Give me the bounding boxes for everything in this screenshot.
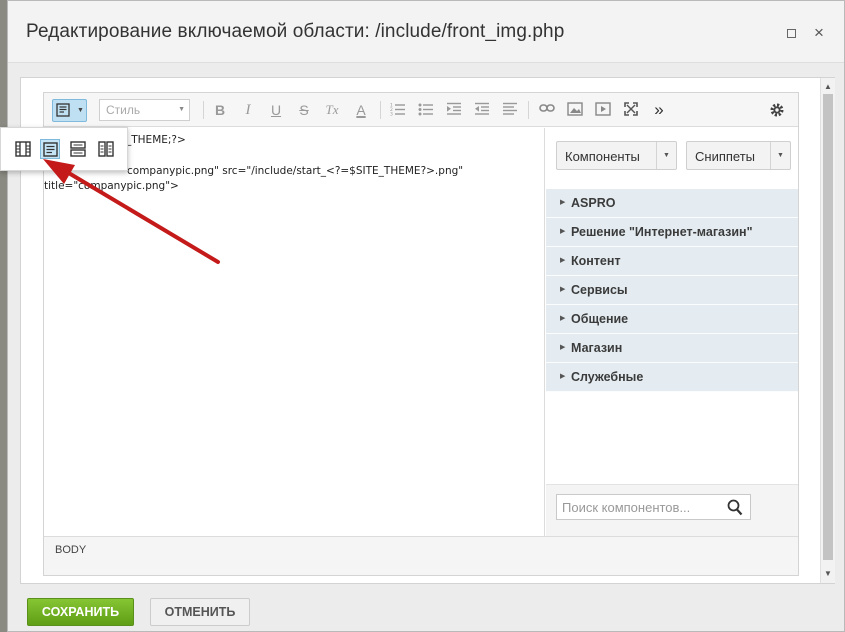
component-search-box (556, 494, 751, 520)
dom-path-tag[interactable]: BODY (55, 544, 86, 556)
font-color-button[interactable]: A (352, 101, 370, 119)
category-label: ASPRO (571, 196, 616, 210)
remove-format-button[interactable]: Tx (323, 101, 341, 119)
toolbar-divider (528, 101, 529, 119)
code-line: _THEME;?> (126, 134, 186, 146)
editor-statusbar: BODY (44, 536, 798, 575)
align-icon (503, 102, 517, 115)
snippets-button[interactable]: Сниппеты ▼ (686, 141, 791, 170)
scroll-up-icon[interactable]: ▲ (821, 80, 835, 94)
fullscreen-button[interactable] (622, 101, 640, 119)
code-line: companypic.png" src="/include/start_<?=$… (127, 165, 464, 177)
bullet-list-icon (418, 103, 433, 116)
mode-visual[interactable] (40, 139, 60, 159)
category-label: Сервисы (571, 283, 628, 297)
link-icon (539, 104, 555, 112)
code-view-icon (15, 141, 31, 157)
scrollbar-thumb[interactable] (823, 94, 833, 560)
chevron-right-icon: ▶ (560, 228, 566, 235)
visual-view-icon (43, 142, 58, 157)
search-icon[interactable] (727, 499, 743, 516)
chevron-right-icon: ▶ (560, 257, 566, 264)
include-area-dialog: Редактирование включаемой области: /incl… (7, 0, 845, 632)
align-button[interactable] (501, 101, 519, 119)
editor-toolbar: ▼ Стиль ▼ B I U S Tx A 1 2 3 » (44, 93, 798, 127)
toolbar-divider (203, 101, 204, 119)
fullscreen-icon (624, 102, 638, 116)
category-label: Общение (571, 312, 629, 326)
video-icon (595, 102, 611, 116)
components-button[interactable]: Компоненты ▼ (556, 141, 677, 170)
chevron-down-icon[interactable]: ▼ (656, 142, 676, 169)
ordered-list-button[interactable]: 1 2 3 (389, 101, 407, 119)
outdent-icon (475, 102, 489, 115)
settings-button[interactable] (768, 101, 786, 119)
category-content[interactable]: ▶ Контент (546, 247, 798, 276)
category-label: Служебные (571, 370, 644, 384)
strikethrough-button[interactable]: S (295, 101, 313, 119)
code-editor[interactable]: _THEME;?> companypic.png" src="/include/… (44, 128, 545, 536)
chevron-right-icon: ▶ (560, 199, 566, 206)
image-button[interactable] (566, 101, 584, 119)
code-line: title="companypic.png"> (44, 180, 179, 192)
view-mode-button[interactable]: ▼ (52, 99, 87, 122)
category-service[interactable]: ▶ Служебные (546, 363, 798, 392)
outdent-button[interactable] (473, 101, 491, 119)
chevron-right-icon: ▶ (560, 286, 566, 293)
snippets-button-label: Сниппеты (695, 149, 756, 164)
mode-code-only[interactable] (13, 139, 33, 159)
category-label: Контент (571, 254, 621, 268)
chevron-down-icon: ▼ (77, 107, 84, 114)
category-label: Решение "Интернет-магазин" (571, 225, 753, 239)
style-select[interactable]: Стиль ▼ (99, 99, 190, 121)
vertical-scrollbar[interactable]: ▲ ▼ (820, 78, 835, 583)
save-button[interactable]: СОХРАНИТЬ (27, 598, 134, 626)
components-button-label: Компоненты (565, 149, 640, 164)
indent-button[interactable] (445, 101, 463, 119)
image-icon (567, 102, 583, 116)
scroll-down-icon[interactable]: ▼ (821, 567, 835, 581)
indent-icon (447, 102, 461, 115)
category-shop[interactable]: ▶ Магазин (546, 334, 798, 363)
components-panel: Компоненты ▼ Сниппеты ▼ ▶ ASPRO ▶ Решение … (546, 128, 798, 536)
html-editor: ▼ Стиль ▼ B I U S Tx A 1 2 3 » _THEME;?>… (43, 92, 799, 576)
bold-button[interactable]: B (211, 101, 229, 119)
chevron-down-icon[interactable]: ▼ (770, 142, 790, 169)
view-mode-popup (0, 127, 128, 171)
dialog-titlebar[interactable]: Редактирование включаемой области: /incl… (8, 1, 844, 63)
more-icon[interactable]: » (650, 101, 668, 119)
split-vertical-icon (98, 141, 114, 157)
component-search-bar (546, 484, 798, 536)
category-communication[interactable]: ▶ Общение (546, 305, 798, 334)
svg-text:3: 3 (390, 112, 393, 117)
maximize-icon[interactable] (784, 25, 800, 41)
category-aspro[interactable]: ▶ ASPRO (546, 189, 798, 218)
chevron-down-icon: ▼ (178, 106, 185, 113)
mode-split-vertical[interactable] (96, 139, 116, 159)
style-select-value: Стиль (106, 103, 141, 117)
dialog-content: ▼ Стиль ▼ B I U S Tx A 1 2 3 » _THEME;?>… (20, 77, 835, 584)
italic-button[interactable]: I (239, 101, 257, 119)
dialog-title: Редактирование включаемой области: /incl… (26, 21, 565, 42)
chevron-right-icon: ▶ (560, 315, 566, 322)
settings-icon (770, 103, 784, 117)
split-horizontal-icon (70, 141, 86, 157)
link-button[interactable] (538, 101, 556, 119)
cancel-button[interactable]: ОТМЕНИТЬ (150, 598, 250, 626)
close-icon[interactable]: × (811, 24, 827, 41)
view-mode-icon (56, 103, 70, 117)
video-button[interactable] (594, 101, 612, 119)
component-search-input[interactable] (562, 499, 722, 515)
chevron-right-icon: ▶ (560, 373, 566, 380)
bullet-list-button[interactable] (417, 101, 435, 119)
underline-button[interactable]: U (267, 101, 285, 119)
ordered-list-icon: 1 2 3 (390, 103, 405, 117)
category-internet-shop-solution[interactable]: ▶ Решение "Интернет-магазин" (546, 218, 798, 247)
mode-split-horizontal[interactable] (68, 139, 88, 159)
category-label: Магазин (571, 341, 623, 355)
toolbar-divider (380, 101, 381, 119)
chevron-right-icon: ▶ (560, 344, 566, 351)
category-services[interactable]: ▶ Сервисы (546, 276, 798, 305)
component-category-list: ▶ ASPRO ▶ Решение "Интернет-магазин" ▶ Конт… (546, 189, 798, 392)
